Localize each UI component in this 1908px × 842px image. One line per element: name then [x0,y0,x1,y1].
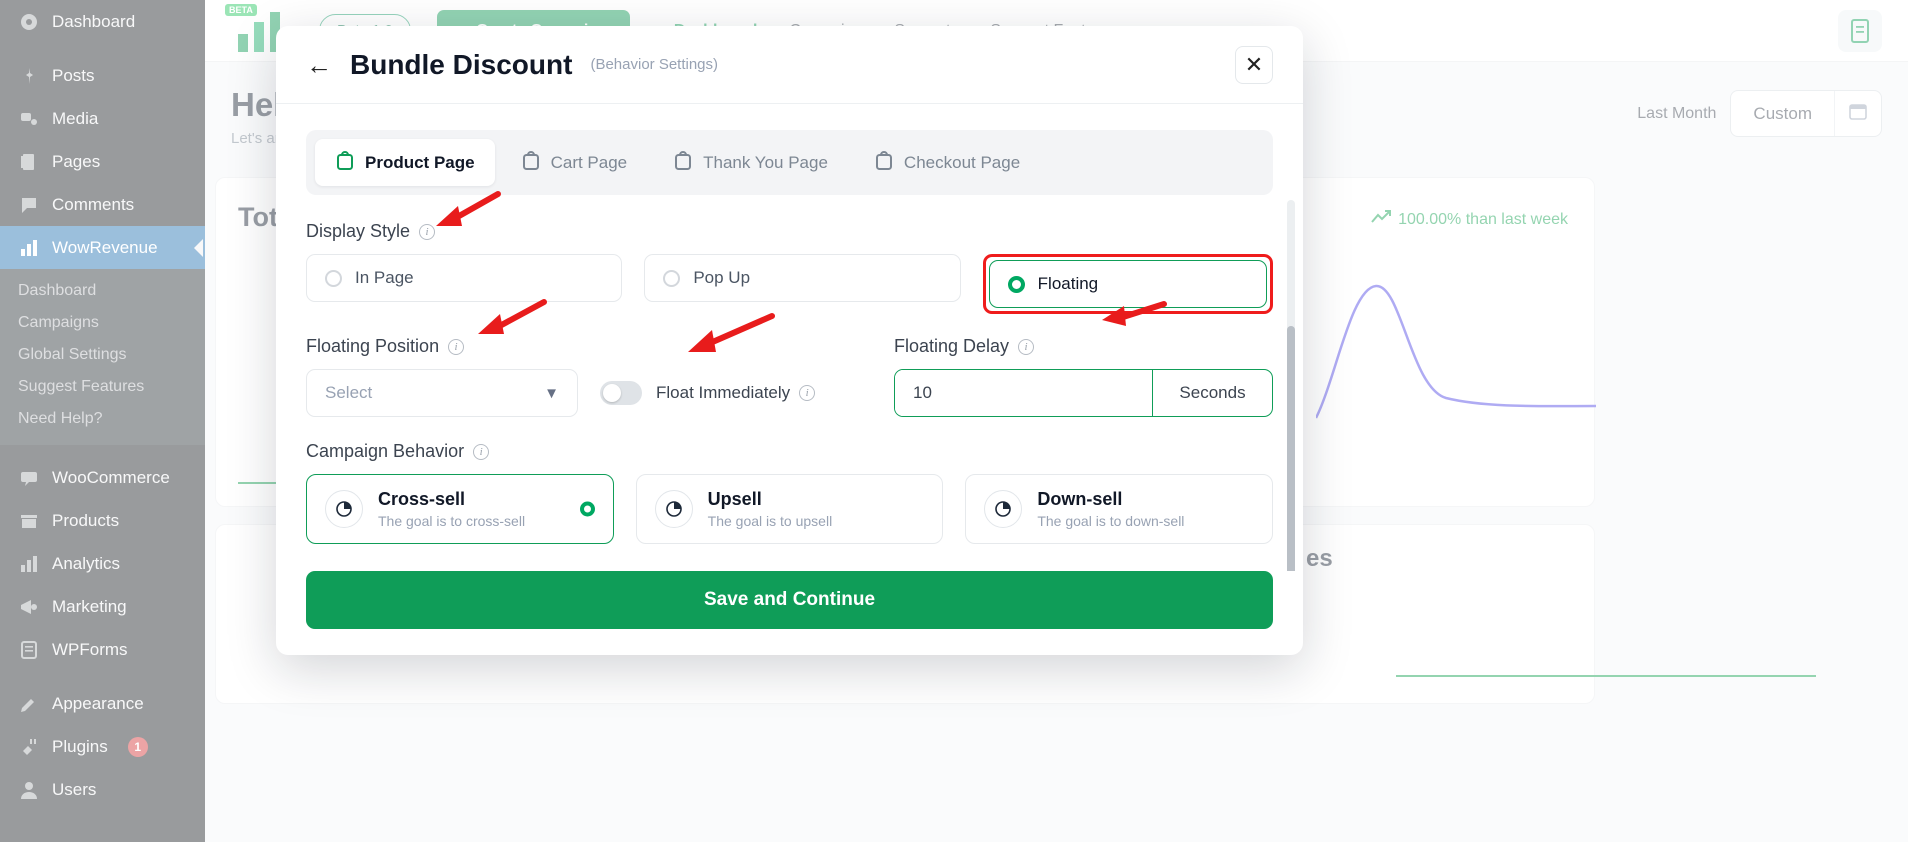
display-option-pop-up[interactable]: Pop Up [644,254,961,302]
modal-body: Product Page Cart Page Thank You Page Ch… [276,104,1303,571]
tab-thank-you-page[interactable]: Thank You Page [653,139,848,186]
tab-label: Product Page [365,152,475,172]
bag-icon [673,150,693,175]
float-immediately-label: Float Immediately [656,383,791,402]
info-icon[interactable]: i [1018,338,1035,355]
floating-option-highlight: Floating [982,254,1273,314]
pie-chart-icon [984,490,1023,528]
behavior-text: Cross-sell The goal is to cross-sell [378,489,525,529]
radio-icon-selected [579,501,595,517]
floating-delay-label-row: Floating Delay i [894,336,1273,357]
behavior-desc: The goal is to down-sell [1037,513,1185,529]
bag-icon [521,150,541,175]
campaign-behavior-label: Campaign Behavior [306,441,465,461]
modal-subtitle: (Behavior Settings) [590,56,719,73]
radio-icon [325,269,342,287]
behavior-text: Down-sell The goal is to down-sell [1037,489,1184,529]
display-option-in-page[interactable]: In Page [306,254,623,302]
float-immediately-label-wrap: Float Immediately i [656,383,816,403]
modal-scrollbar-thumb[interactable] [1287,326,1295,571]
radio-icon [663,269,681,287]
bundle-discount-modal: ← Bundle Discount (Behavior Settings) ✕ … [276,26,1303,655]
behavior-title: Cross-sell [378,489,466,509]
modal-header: ← Bundle Discount (Behavior Settings) ✕ [276,26,1303,104]
close-icon[interactable]: ✕ [1235,45,1273,84]
behavior-text: Upsell The goal is to upsell [708,489,833,529]
modal-title: Bundle Discount [350,48,573,80]
screen-root: Dashboard Posts Media Pages Comments Wow… [0,0,1908,842]
behavior-option-down-sell[interactable]: Down-sell The goal is to down-sell [965,474,1274,544]
radio-icon-selected [1007,275,1025,293]
behavior-desc: The goal is to cross-sell [378,513,526,529]
behavior-desc: The goal is to upsell [707,513,833,529]
info-icon[interactable]: i [448,338,465,355]
display-option-floating[interactable]: Floating [988,260,1267,308]
floating-delay-input[interactable] [895,370,1152,416]
floating-position-col: Floating Position i Select ▼ [306,336,578,417]
floating-delay-label: Floating Delay [894,336,1010,356]
behavior-title: Upsell [707,489,762,509]
tab-cart-page[interactable]: Cart Page [501,139,648,186]
back-arrow-icon[interactable]: ← [306,52,332,78]
tab-product-page[interactable]: Product Page [315,139,495,186]
modal-footer: Save and Continue [276,571,1303,655]
behavior-option-cross-sell[interactable]: Cross-sell The goal is to cross-sell [306,474,614,544]
pie-chart-icon [325,490,363,528]
pie-chart-icon [654,490,693,528]
floating-position-label-row: Floating Position i [306,336,578,357]
toggle-knob [603,384,621,402]
info-icon[interactable]: i [799,385,816,401]
info-icon[interactable]: i [473,443,490,460]
display-style-options: In Page Pop Up Floating [306,254,1273,314]
option-label: In Page [355,268,414,287]
campaign-behavior-options: Cross-sell The goal is to cross-sell Ups… [306,474,1274,544]
option-label: Pop Up [693,268,751,287]
behavior-title: Down-sell [1037,489,1123,509]
save-and-continue-button[interactable]: Save and Continue [306,571,1273,629]
tab-label: Thank You Page [703,152,828,172]
floating-delay-field: Seconds [894,369,1273,417]
display-style-label: Display Style [306,221,411,241]
floating-delay-col: Floating Delay i Seconds [894,336,1273,417]
bag-icon [874,150,894,175]
select-value: Select [325,383,373,402]
tab-checkout-page[interactable]: Checkout Page [854,139,1040,186]
tab-label: Checkout Page [903,152,1021,172]
float-immediately-toggle[interactable] [600,381,642,405]
display-style-label-row: Display Style i [306,221,1273,242]
floating-delay-unit: Seconds [1152,370,1272,416]
float-immediately-col: Float Immediately i [600,336,872,417]
behavior-option-upsell[interactable]: Upsell The goal is to upsell [635,474,944,544]
tab-label: Cart Page [550,152,628,172]
chevron-down-icon: ▼ [544,384,559,402]
campaign-behavior-label-row: Campaign Behavior i [306,441,1273,462]
float-immediately-row: Float Immediately i [600,369,872,417]
floating-position-label: Floating Position [306,336,440,356]
option-label: Floating [1037,274,1099,293]
page-tabs: Product Page Cart Page Thank You Page Ch… [306,130,1273,195]
floating-settings-row: Floating Position i Select ▼ Float Immed… [306,336,1273,417]
info-icon[interactable]: i [419,223,436,240]
floating-position-select[interactable]: Select ▼ [306,369,578,417]
bag-icon [335,150,355,175]
